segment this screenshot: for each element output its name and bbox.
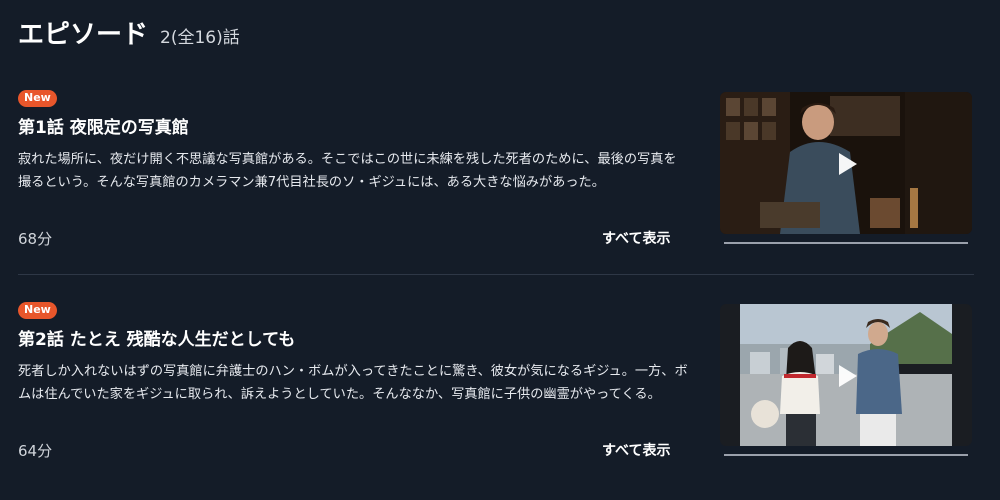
episode-title[interactable]: 第2話 たとえ 残酷な人生だとしても: [18, 325, 295, 350]
section-title: エピソード: [18, 20, 149, 50]
episode-item[interactable]: New 第2話 たとえ 残酷な人生だとしても 死者しか入れないはずの写真館に弁護…: [18, 300, 974, 480]
episode-count: 2(全16)話: [160, 28, 240, 48]
divider: [18, 274, 974, 275]
progress-bar: [724, 454, 968, 456]
episode-duration: 64分: [18, 442, 53, 460]
episode-duration: 68分: [18, 230, 53, 248]
play-icon[interactable]: [839, 365, 857, 387]
show-all-link[interactable]: すべて表示: [602, 440, 670, 460]
episode-item[interactable]: New 第1話 夜限定の写真館 寂れた場所に、夜だけ開く不思議な写真館がある。そ…: [18, 88, 974, 268]
new-badge: New: [18, 302, 57, 319]
episode-thumbnail[interactable]: [720, 304, 972, 446]
episode-description: 寂れた場所に、夜だけ開く不思議な写真館がある。そこではこの世に未練を残した死者の…: [18, 152, 677, 190]
episode-description: 死者しか入れないはずの写真館に弁護士のハン・ボムが入ってきたことに驚き、彼女が気…: [18, 364, 688, 402]
show-all-link[interactable]: すべて表示: [602, 228, 670, 248]
section-header: エピソード 2(全16)話: [18, 14, 240, 54]
episode-thumbnail[interactable]: [720, 92, 972, 234]
progress-bar: [724, 242, 968, 244]
episode-title[interactable]: 第1話 夜限定の写真館: [18, 113, 189, 138]
new-badge: New: [18, 90, 57, 107]
play-icon[interactable]: [839, 153, 857, 175]
